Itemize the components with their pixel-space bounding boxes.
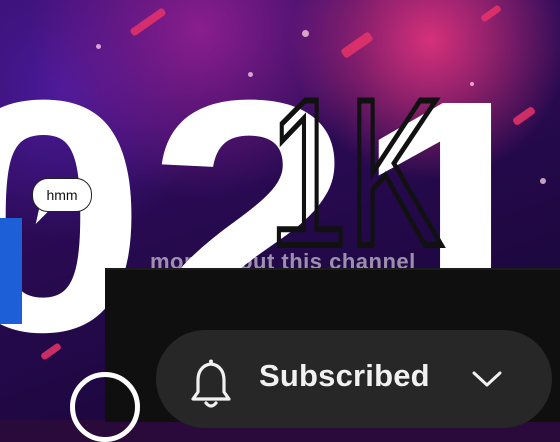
subscribed-label: Subscribed bbox=[259, 358, 430, 393]
banner-blue-block bbox=[0, 218, 22, 324]
speech-bubble-text: hmm bbox=[46, 187, 78, 203]
chevron-down-icon[interactable] bbox=[470, 368, 504, 390]
bell-icon bbox=[191, 359, 231, 408]
avatar-ring bbox=[70, 372, 140, 442]
one-k-mark: 1K bbox=[268, 60, 446, 260]
speech-bubble: hmm bbox=[32, 178, 92, 212]
subscribed-button[interactable]: Subscribed bbox=[156, 330, 552, 428]
one-k-mark-text: 1K bbox=[268, 60, 443, 260]
